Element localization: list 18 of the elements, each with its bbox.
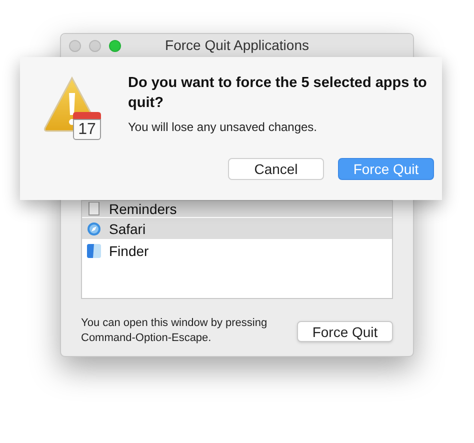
- app-row[interactable]: Safari: [82, 218, 392, 240]
- finder-icon: [87, 244, 101, 258]
- calendar-date: 17: [73, 119, 101, 140]
- app-name: Finder: [109, 242, 149, 258]
- force-quit-button[interactable]: Force Quit: [297, 320, 393, 342]
- compass-icon: [87, 222, 101, 236]
- dialog-button[interactable]: Cancel: [228, 158, 324, 180]
- app-row[interactable]: Reminders: [82, 201, 392, 218]
- alert-message: You will lose any unsaved changes.: [128, 119, 318, 136]
- app-name: Reminders: [109, 201, 177, 217]
- close-button[interactable]: [69, 40, 81, 52]
- alert-title: Do you want to force the 5 selected apps to quit?: [128, 74, 428, 113]
- calendar-header-icon: [72, 111, 102, 119]
- minimize-button[interactable]: [89, 40, 101, 52]
- app-name: Safari: [109, 220, 146, 236]
- zoom-button[interactable]: [109, 40, 121, 52]
- window-title: Force Quit Applications: [165, 36, 309, 55]
- shortcut-hint: You can open this window by pressing Command-Option-Escape.: [81, 316, 268, 346]
